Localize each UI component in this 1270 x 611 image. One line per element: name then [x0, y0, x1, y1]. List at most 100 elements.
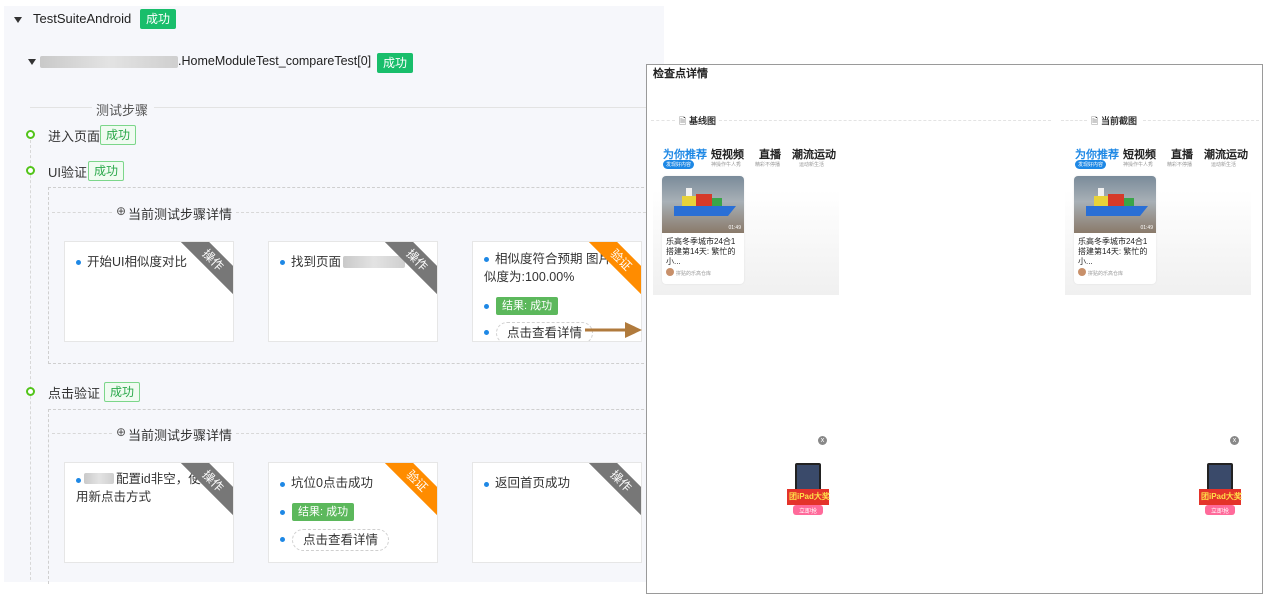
- action-card: 找到页面 操作: [268, 241, 438, 342]
- ad-banner: 团iPad大奖 立即抢: [787, 461, 830, 517]
- document-icon: 🗎: [1091, 116, 1099, 126]
- timeline-line: [30, 140, 31, 580]
- steps-header: 测试步骤: [96, 103, 149, 118]
- tab-live: 直播: [1171, 149, 1193, 161]
- action-card: 返回首页成功 操作: [472, 462, 642, 563]
- step-status-badge: 成功: [104, 382, 141, 402]
- video-thumbnail: 01:49: [662, 176, 744, 233]
- feed-author: 拼贴的乐高仓库: [1088, 271, 1124, 277]
- ad-text: 团iPad大奖: [789, 492, 830, 501]
- tab-sub: 精彩不停播: [755, 162, 781, 168]
- baseline-label: 基线图: [689, 116, 717, 126]
- document-icon: 🗎: [679, 116, 687, 126]
- tab-sub: 神操作牛人秀: [711, 162, 742, 168]
- step-label: 进入页面: [48, 129, 101, 144]
- step-status-badge: 成功: [100, 125, 137, 145]
- current-label: 当前截图: [1101, 116, 1138, 126]
- step-label: 点击验证: [48, 386, 101, 401]
- divider: [719, 120, 1051, 121]
- bullet-dot: [280, 510, 285, 515]
- feed-author: 拼贴的乐高仓库: [676, 271, 712, 277]
- video-duration: 01:49: [728, 225, 741, 231]
- tab-short-video: 短视频: [711, 149, 744, 161]
- tab-live: 直播: [759, 149, 781, 161]
- video-thumbnail: 01:49: [1074, 176, 1156, 233]
- ad-banner: 团iPad大奖 立即抢: [1199, 461, 1242, 517]
- tab-sub: 神操作牛人秀: [1123, 162, 1154, 168]
- view-detail-link[interactable]: 点击查看详情: [496, 322, 594, 341]
- step-label: UI验证: [48, 165, 88, 180]
- tab-sub: 运动新生活: [1211, 162, 1237, 168]
- card-text: 返回首页成功: [495, 476, 571, 490]
- tab-trend-sports: 潮流运动: [1204, 149, 1248, 161]
- suite-status-badge: 成功: [140, 9, 177, 29]
- bullet-dot: [76, 260, 81, 265]
- card-text: 配置id非空，使用新点击方式: [76, 472, 201, 504]
- detail-title: 当前测试步骤详情: [128, 428, 233, 443]
- tab-trend-sports: 潮流运动: [792, 149, 836, 161]
- divider: [30, 107, 92, 108]
- test-status-badge: 成功: [377, 53, 414, 73]
- ad-button[interactable]: 立即抢: [799, 506, 817, 515]
- action-card: 配置id非空，使用新点击方式 操作: [64, 462, 234, 563]
- divider: [154, 107, 664, 108]
- divider: [1061, 120, 1087, 121]
- close-icon[interactable]: x: [1230, 436, 1239, 445]
- redacted-page-name: [343, 256, 405, 268]
- divider: [236, 433, 656, 434]
- detail-title: 当前测试步骤详情: [128, 207, 233, 222]
- bullet-dot: [280, 482, 285, 487]
- baseline-screenshot: 为你推荐 发现好内容 短视频 神操作牛人秀 直播 精彩不停播 潮流运动 运动新生…: [653, 145, 839, 295]
- redacted-package-name: [40, 56, 178, 68]
- bullet-dot: [484, 482, 489, 487]
- video-duration: 01:49: [1140, 225, 1153, 231]
- checkpoint-detail-panel: 检查点详情 🗎 基线图 🗎 当前截图 为你推荐 发现好内容 短视频 神操作牛人秀…: [646, 64, 1263, 594]
- timeline-dot: [26, 166, 35, 175]
- result-chip: 结果: 成功: [292, 503, 355, 521]
- current-screenshot: 为你推荐 发现好内容 短视频 神操作牛人秀 直播 精彩不停播 潮流运动 运动新生…: [1065, 145, 1251, 295]
- arrow-right-icon: [585, 322, 642, 338]
- test-report-panel: TestSuiteAndroid 成功 .HomeModuleTest_comp…: [4, 6, 664, 584]
- divider: [236, 212, 656, 213]
- avatar: [1078, 268, 1086, 276]
- ribbon-verify: 验证: [380, 463, 437, 518]
- bullet-dot: [484, 304, 489, 309]
- view-detail-link[interactable]: 点击查看详情: [292, 529, 390, 551]
- bullet-dot: [484, 330, 489, 335]
- feed-card: 01:49 乐高冬季城市24合1搭建第14天: 繁忙的小... 拼贴的乐高仓库: [662, 176, 744, 284]
- tab-short-video: 短视频: [1123, 149, 1156, 161]
- ad-text: 团iPad大奖: [1201, 492, 1242, 501]
- feed-title: 乐高冬季城市24合1搭建第14天: 繁忙的小...: [1078, 237, 1148, 266]
- suite-name: TestSuiteAndroid: [33, 11, 132, 26]
- step-status-badge: 成功: [88, 161, 125, 181]
- bullet-dot: [280, 537, 285, 542]
- close-icon[interactable]: x: [818, 436, 827, 445]
- card-text: 坑位0点击成功: [291, 476, 373, 490]
- bullet-dot: [280, 260, 285, 265]
- timeline-dot: [26, 130, 35, 139]
- collapse-caret-icon[interactable]: [28, 59, 36, 65]
- tab-sub: 精彩不停播: [1167, 162, 1193, 168]
- link-icon: ⊕: [116, 425, 127, 439]
- divider: [1143, 120, 1259, 121]
- feed-card: 01:49 乐高冬季城市24合1搭建第14天: 繁忙的小... 拼贴的乐高仓库: [1074, 176, 1156, 284]
- tab-sub-pill: 发现好内容: [663, 160, 695, 169]
- avatar: [666, 268, 674, 276]
- result-chip: 结果: 成功: [496, 297, 559, 315]
- timeline-dot: [26, 387, 35, 396]
- card-text: 找到页面: [291, 255, 342, 269]
- tab-sub-pill: 发现好内容: [1075, 160, 1107, 169]
- test-name: .HomeModuleTest_compareTest[0]: [178, 54, 372, 68]
- divider: [651, 120, 675, 121]
- ribbon-operation: 操作: [584, 463, 641, 518]
- tab-sub: 运动新生活: [799, 162, 825, 168]
- action-card: 开始UI相似度对比 操作: [64, 241, 234, 342]
- ribbon-operation: 操作: [380, 242, 437, 297]
- ad-button[interactable]: 立即抢: [1211, 506, 1229, 515]
- panel-title: 检查点详情: [653, 68, 708, 80]
- verify-card: 坑位0点击成功 结果: 成功 点击查看详情 验证: [268, 462, 438, 563]
- link-icon: ⊕: [116, 204, 127, 218]
- feed-title: 乐高冬季城市24合1搭建第14天: 繁忙的小...: [666, 237, 736, 266]
- divider: [52, 433, 112, 434]
- collapse-caret-icon[interactable]: [14, 17, 22, 23]
